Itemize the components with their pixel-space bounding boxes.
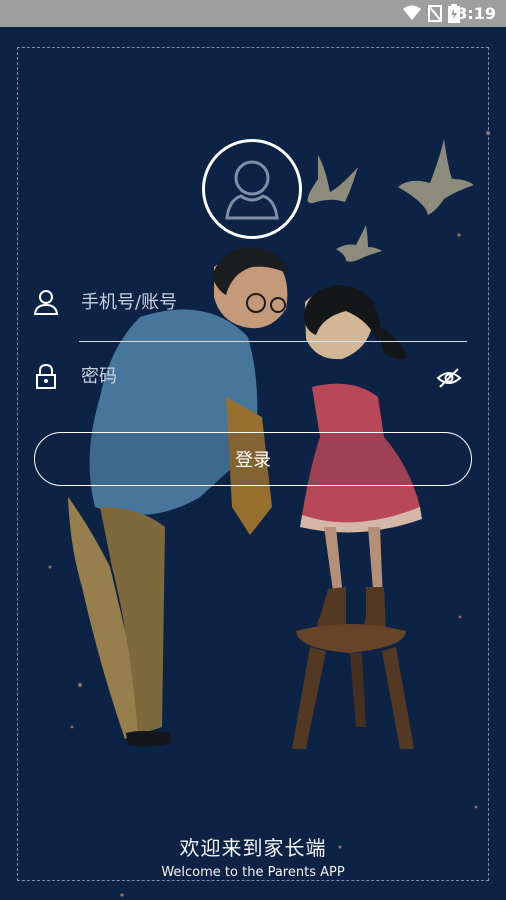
no-sim-icon [428, 5, 442, 22]
status-time: 3:19 [456, 4, 496, 23]
status-bar: 3:19 [0, 0, 506, 27]
account-input[interactable] [79, 290, 473, 314]
wifi-icon [403, 5, 421, 20]
account-underline [79, 341, 467, 342]
password-row [33, 363, 473, 389]
account-row [33, 289, 473, 315]
user-avatar-silhouette-icon [225, 160, 279, 220]
login-screen: 登录 欢迎来到家长端 Welcome to the Parents APP [0, 27, 506, 900]
user-icon [33, 289, 59, 315]
login-button-label: 登录 [235, 450, 271, 471]
password-input[interactable] [79, 364, 473, 388]
welcome-title: 欢迎来到家长端 [179, 836, 327, 860]
user-avatar-icon [202, 139, 302, 239]
lock-icon [33, 363, 59, 389]
login-button[interactable]: 登录 [34, 432, 472, 486]
eye-off-icon[interactable] [436, 365, 462, 391]
welcome-subtitle: Welcome to the Parents APP [161, 865, 345, 880]
